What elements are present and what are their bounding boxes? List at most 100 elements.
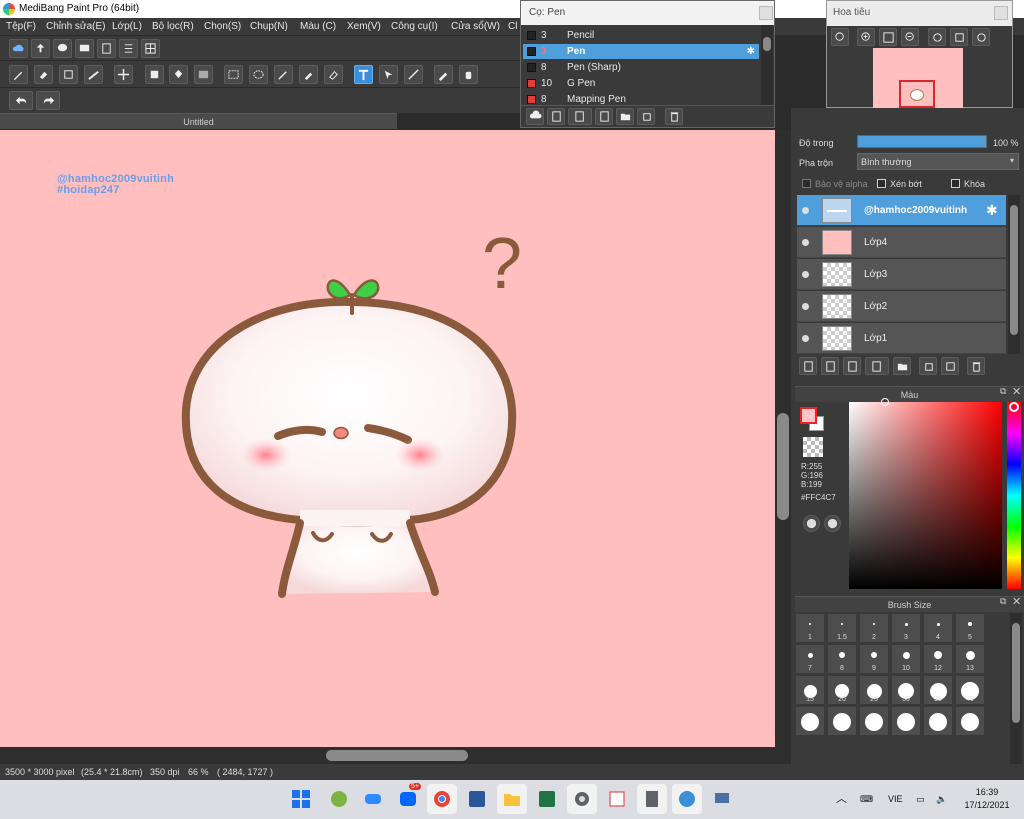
duplicate-layer-icon[interactable]: [919, 357, 937, 375]
chevron-up-icon[interactable]: ︿: [836, 780, 847, 819]
eraser-tool-icon[interactable]: [34, 65, 53, 84]
brush-settings-icon[interactable]: [595, 108, 613, 125]
folder-icon[interactable]: [893, 357, 911, 375]
zalo-app-icon[interactable]: 5+: [393, 783, 423, 814]
brush-size-cell[interactable]: 10: [891, 644, 921, 674]
brush-size-cell[interactable]: 1: [795, 613, 825, 643]
gear-icon[interactable]: ✱: [986, 202, 998, 219]
menu-view[interactable]: Xem(V): [347, 18, 381, 35]
cloud-download-icon[interactable]: [526, 108, 544, 125]
brush-size-cell[interactable]: 20: [827, 675, 857, 705]
hue-slider[interactable]: [1007, 402, 1021, 589]
language-indicator[interactable]: VIE: [888, 780, 903, 819]
text-tool-icon[interactable]: [354, 65, 373, 84]
settings-app-icon[interactable]: [567, 784, 597, 814]
eye-icon[interactable]: [802, 335, 809, 342]
brush-item[interactable]: 10 G Pen: [523, 76, 759, 91]
navigator-preview[interactable]: [827, 48, 1012, 126]
brush-size-cell[interactable]: [827, 706, 857, 736]
medibang-app-icon[interactable]: [672, 784, 702, 814]
brush-size-cell[interactable]: 5: [955, 613, 985, 643]
brush-tool-icon[interactable]: [9, 65, 28, 84]
layer-item[interactable]: Lớp2: [797, 291, 1006, 322]
transparent-color-swatch[interactable]: [803, 437, 823, 457]
brush-size-cell[interactable]: [955, 706, 985, 736]
network-icon[interactable]: ▭: [916, 780, 925, 819]
eye-icon[interactable]: [802, 207, 809, 214]
excel-app-icon[interactable]: [532, 784, 562, 814]
cloud-icon[interactable]: [9, 39, 28, 58]
brush-size-cell[interactable]: 12: [923, 644, 953, 674]
brush-size-cell[interactable]: 8: [827, 644, 857, 674]
brush-size-cell[interactable]: 4: [923, 613, 953, 643]
brush-size-cell[interactable]: 40: [955, 675, 985, 705]
chat-icon[interactable]: [53, 39, 72, 58]
menu-file[interactable]: Tệp(F): [6, 18, 36, 35]
add-layer-dropdown-icon[interactable]: [865, 357, 889, 375]
menu-filter[interactable]: Bộ lọc(R): [152, 18, 194, 35]
layer-item[interactable]: Lớp4: [797, 227, 1006, 258]
list-icon[interactable]: [119, 39, 138, 58]
lock-checkbox[interactable]: [951, 179, 960, 188]
rotate-left-icon[interactable]: [928, 28, 946, 46]
hue-handle[interactable]: [1009, 402, 1019, 412]
close-icon[interactable]: ✕: [1012, 595, 1021, 608]
brush-size-cell[interactable]: [923, 706, 953, 736]
duplicate-icon[interactable]: [637, 108, 655, 125]
layer-item[interactable]: Lớp1: [797, 323, 1006, 354]
operation-tool-icon[interactable]: [379, 65, 398, 84]
layer-item-selected[interactable]: @hamhoc2009vuitinh ✱: [797, 195, 1006, 226]
select-rect-tool-icon[interactable]: [224, 65, 243, 84]
eye-icon[interactable]: [802, 271, 809, 278]
zoom-fit-icon[interactable]: [831, 28, 849, 46]
layer-item[interactable]: Lớp3: [797, 259, 1006, 290]
folder-icon[interactable]: [616, 108, 634, 125]
gear-icon[interactable]: ✱: [747, 44, 755, 59]
paint-app-icon[interactable]: [602, 784, 632, 814]
gradient-tool-icon[interactable]: [194, 65, 213, 84]
reset-view-icon[interactable]: [950, 28, 968, 46]
brush-size-cell[interactable]: [891, 706, 921, 736]
clock[interactable]: 16:39 17/12/2021: [962, 786, 1012, 812]
new-brush-icon[interactable]: [547, 108, 565, 125]
close-icon[interactable]: ✕: [1012, 385, 1021, 398]
zoom-in-icon[interactable]: [857, 28, 875, 46]
select-eraser-tool-icon[interactable]: [324, 65, 343, 84]
grid-icon[interactable]: [141, 39, 160, 58]
keyboard-icon[interactable]: ⌨: [860, 780, 873, 819]
file-explorer-icon[interactable]: [497, 784, 527, 814]
color-picker-handle[interactable]: [881, 398, 889, 406]
brush-item[interactable]: 8 Mapping Pen: [523, 92, 759, 104]
fill-rect-tool-icon[interactable]: [145, 65, 164, 84]
chrome-app-icon[interactable]: [427, 784, 457, 814]
eyedropper-tool-icon[interactable]: [434, 65, 453, 84]
close-icon[interactable]: [759, 6, 773, 20]
eye-icon[interactable]: [802, 303, 809, 310]
brush-size-cell[interactable]: 9: [859, 644, 889, 674]
brush-size-cell[interactable]: 7: [795, 644, 825, 674]
palette-icon[interactable]: [803, 515, 820, 532]
brush-item-selected[interactable]: 3 Pen ✱: [523, 44, 759, 59]
brush-size-cell[interactable]: 35: [923, 675, 953, 705]
remote-app-icon[interactable]: [707, 784, 737, 814]
start-icon[interactable]: [286, 784, 316, 814]
brush-size-cell[interactable]: 13: [955, 644, 985, 674]
redo-icon[interactable]: [36, 91, 60, 110]
brush-size-cell[interactable]: 2: [859, 613, 889, 643]
brush-size-cell[interactable]: 3: [891, 613, 921, 643]
brush-size-cell[interactable]: [795, 706, 825, 736]
brush-size-cell[interactable]: 1.5: [827, 613, 857, 643]
undo-icon[interactable]: [9, 91, 33, 110]
primary-color-swatch[interactable]: [800, 407, 817, 424]
menu-edit[interactable]: Chỉnh sửa(E): [46, 18, 106, 35]
add-brush-dropdown-icon[interactable]: [568, 108, 592, 125]
menu-window[interactable]: Cửa sổ(W): [451, 18, 500, 35]
menu-color[interactable]: Màu (C): [300, 18, 336, 35]
blend-mode-select[interactable]: Bình thường ▾: [857, 153, 1019, 170]
menu-help[interactable]: Cl: [508, 18, 517, 35]
zoom-out-icon[interactable]: [901, 28, 919, 46]
brush-size-cell[interactable]: [859, 706, 889, 736]
rotate-right-icon[interactable]: [972, 28, 990, 46]
merge-layer-icon[interactable]: [941, 357, 959, 375]
new-layer-8bit-icon[interactable]: [821, 357, 839, 375]
